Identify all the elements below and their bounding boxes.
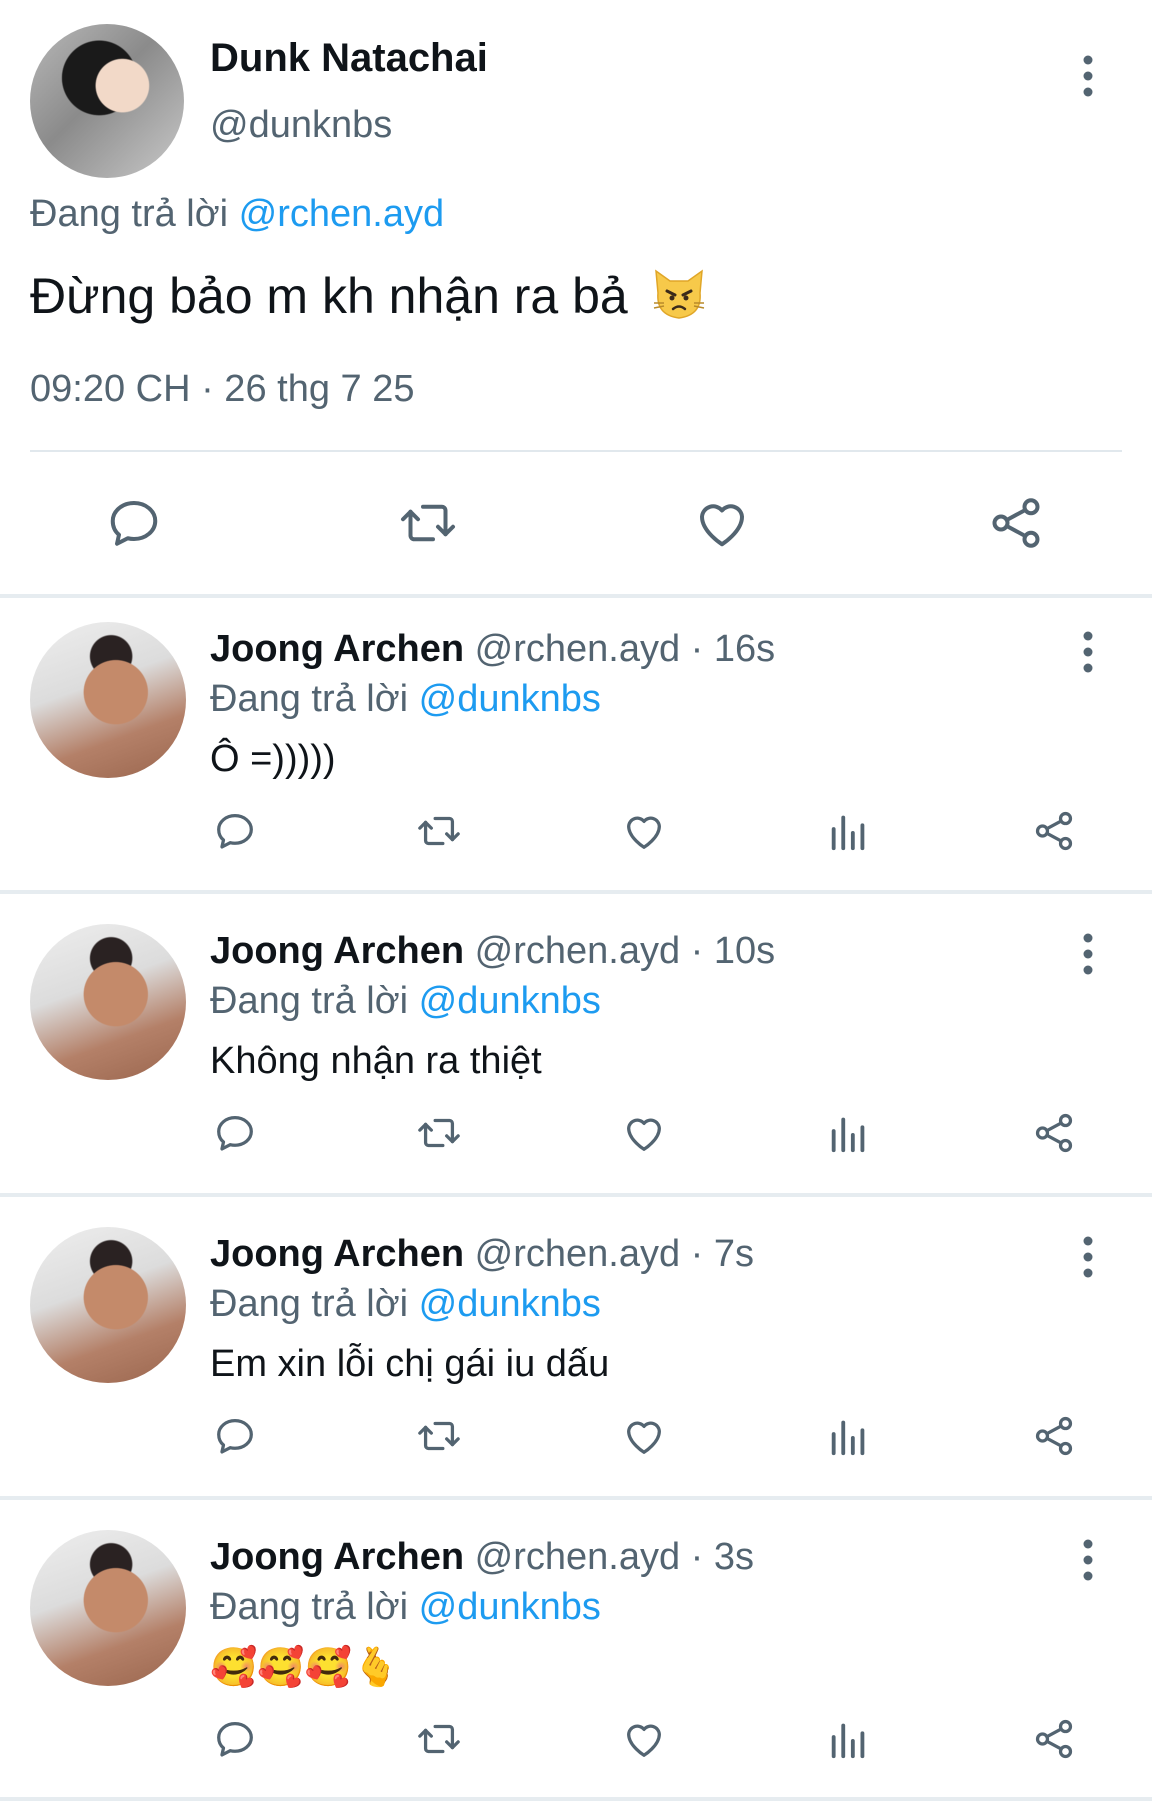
reply-text: Em xin lỗi chị gái iu dấu: [210, 1343, 610, 1385]
reply-icon[interactable]: [104, 493, 164, 553]
replying-to-mention[interactable]: @rchen.ayd: [239, 193, 444, 235]
retweet-icon[interactable]: [416, 1413, 462, 1459]
share-icon[interactable]: [1031, 1716, 1077, 1762]
replying-prefix: Đang trả lời: [210, 1283, 409, 1325]
retweet-icon[interactable]: [398, 493, 458, 553]
section-separator: [0, 1797, 1152, 1801]
replying-to-line: Đang trả lời @dunknbs: [210, 980, 601, 1023]
replying-to-mention[interactable]: @dunknbs: [419, 1586, 601, 1628]
separator-dot: ·: [690, 1233, 704, 1275]
retweet-icon[interactable]: [416, 1110, 462, 1156]
reply-text: 🥰🥰🥰🫰: [210, 1647, 400, 1689]
author-handle[interactable]: @rchen.ayd: [475, 628, 680, 670]
replying-prefix: Đang trả lời: [30, 193, 229, 235]
like-icon[interactable]: [692, 493, 752, 553]
avatar[interactable]: [30, 1227, 186, 1383]
more-options-icon[interactable]: [1073, 930, 1103, 978]
reply-icon[interactable]: [212, 1413, 258, 1459]
views-icon[interactable]: [826, 1716, 872, 1762]
like-icon[interactable]: [621, 1110, 667, 1156]
like-icon[interactable]: [621, 1413, 667, 1459]
reply-icon[interactable]: [212, 808, 258, 854]
replying-to-line: Đang trả lời @dunknbs: [210, 1283, 601, 1326]
replying-to-line: Đang trả lời @rchen.ayd: [30, 193, 444, 236]
replying-prefix: Đang trả lời: [210, 1586, 409, 1628]
separator-dot: ·: [690, 930, 704, 972]
author-handle[interactable]: @dunknbs: [210, 104, 392, 147]
reply-tweet[interactable]: Joong Archen @rchen.ayd · 10s Đang trả l…: [0, 900, 1152, 1198]
replying-prefix: Đang trả lời: [210, 678, 409, 720]
separator-dot: ·: [690, 628, 704, 670]
author-name[interactable]: Joong Archen: [210, 1536, 464, 1578]
reply-time[interactable]: 10s: [714, 930, 775, 972]
more-options-icon[interactable]: [1073, 628, 1103, 676]
like-icon[interactable]: [621, 808, 667, 854]
reply-time[interactable]: 16s: [714, 628, 775, 670]
author-name[interactable]: Joong Archen: [210, 930, 464, 972]
author-handle[interactable]: @rchen.ayd: [475, 1233, 680, 1275]
like-icon[interactable]: [621, 1716, 667, 1762]
replying-to-mention[interactable]: @dunknbs: [419, 678, 601, 720]
reply-icon[interactable]: [212, 1110, 258, 1156]
avatar[interactable]: [30, 1530, 186, 1686]
tweet-text-content: Đừng bảo m kh nhận ra bả: [30, 268, 628, 324]
reply-time[interactable]: 7s: [714, 1233, 754, 1275]
replying-prefix: Đang trả lời: [210, 980, 409, 1022]
avatar[interactable]: [30, 24, 184, 178]
divider: [30, 450, 1122, 452]
reply-tweet[interactable]: Joong Archen @rchen.ayd · 7s Đang trả lờ…: [0, 1203, 1152, 1501]
reply-header: Joong Archen @rchen.ayd · 7s: [210, 1233, 754, 1276]
section-separator: [0, 890, 1152, 894]
reply-header: Joong Archen @rchen.ayd · 16s: [210, 628, 775, 671]
reply-text: Ô =))))): [210, 738, 336, 780]
section-separator: [0, 1496, 1152, 1500]
avatar[interactable]: [30, 622, 186, 778]
retweet-icon[interactable]: [416, 1716, 462, 1762]
section-separator: [0, 1193, 1152, 1197]
more-options-icon[interactable]: [1073, 1536, 1103, 1584]
replying-to-line: Đang trả lời @dunknbs: [210, 678, 601, 721]
share-icon[interactable]: [1031, 808, 1077, 854]
views-icon[interactable]: [826, 1413, 872, 1459]
replying-to-line: Đang trả lời @dunknbs: [210, 1586, 601, 1629]
main-tweet: Dunk Natachai @dunknbs Đang trả lời @rch…: [0, 0, 1152, 596]
reply-text: Không nhận ra thiệt: [210, 1040, 542, 1082]
retweet-icon[interactable]: [416, 808, 462, 854]
author-handle[interactable]: @rchen.ayd: [475, 1536, 680, 1578]
replying-to-mention[interactable]: @dunknbs: [419, 980, 601, 1022]
share-icon[interactable]: [1031, 1413, 1077, 1459]
share-icon[interactable]: [1031, 1110, 1077, 1156]
reply-header: Joong Archen @rchen.ayd · 10s: [210, 930, 775, 973]
author-handle[interactable]: @rchen.ayd: [475, 930, 680, 972]
reply-tweet[interactable]: Joong Archen @rchen.ayd · 16s Đang trả l…: [0, 598, 1152, 896]
more-options-icon[interactable]: [1073, 1233, 1103, 1281]
more-options-icon[interactable]: [1073, 52, 1103, 100]
reply-header: Joong Archen @rchen.ayd · 3s: [210, 1536, 754, 1579]
tweet-timestamp: 09:20 CH · 26 thg 7 25: [30, 368, 415, 410]
views-icon[interactable]: [826, 1110, 872, 1156]
author-name[interactable]: Dunk Natachai: [210, 36, 488, 81]
pouting-cat-emoji-icon: [650, 265, 708, 335]
avatar[interactable]: [30, 924, 186, 1080]
reply-time[interactable]: 3s: [714, 1536, 754, 1578]
replying-to-mention[interactable]: @dunknbs: [419, 1283, 601, 1325]
author-name[interactable]: Joong Archen: [210, 1233, 464, 1275]
share-icon[interactable]: [986, 493, 1046, 553]
author-name[interactable]: Joong Archen: [210, 628, 464, 670]
separator-dot: ·: [690, 1536, 704, 1578]
reply-tweet[interactable]: Joong Archen @rchen.ayd · 3s Đang trả lờ…: [0, 1506, 1152, 1804]
reply-icon[interactable]: [212, 1716, 258, 1762]
tweet-text: Đừng bảo m kh nhận ra bả: [30, 265, 708, 335]
views-icon[interactable]: [826, 808, 872, 854]
